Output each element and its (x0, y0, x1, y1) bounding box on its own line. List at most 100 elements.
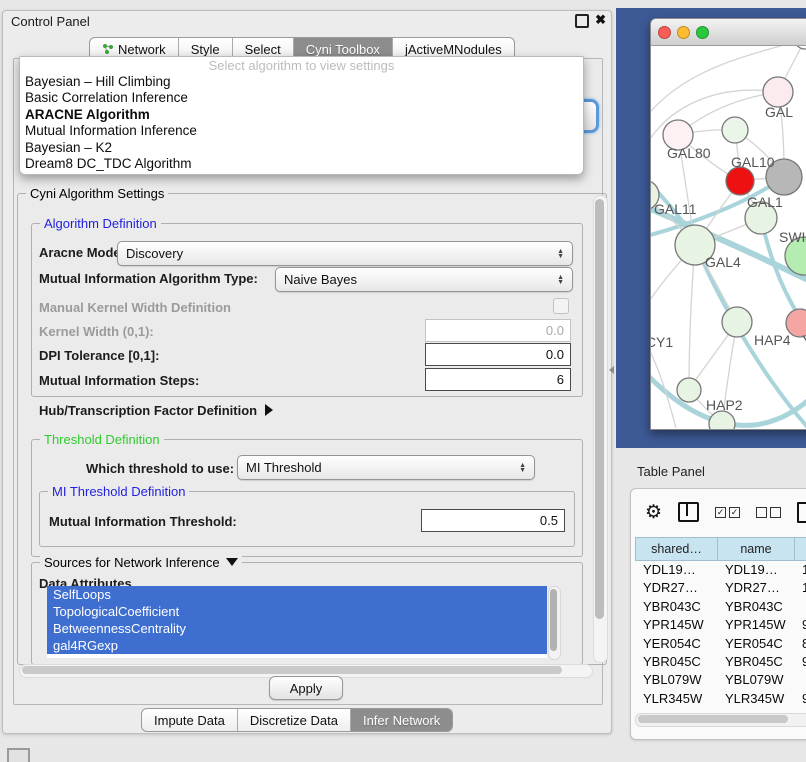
node-label: GAL10 (731, 154, 775, 170)
dropdown-placeholder: Select algorithm to view settings (20, 57, 583, 74)
table-column-header[interactable] (794, 537, 806, 561)
attribute-list-item[interactable]: gal4RGexp (47, 637, 547, 654)
table-body: YDL19…YDL19…13YDR27…YDR27…12YBR043CYBR04… (635, 561, 806, 711)
table-toolbar: ⚙ ✓✓ (631, 495, 806, 529)
table-row[interactable]: YBL079WYBL079W (635, 671, 806, 689)
sources-expander[interactable]: Sources for Network Inference (40, 555, 242, 570)
cyni-algorithm-settings-title: Cyni Algorithm Settings (26, 186, 168, 201)
network-node[interactable] (709, 411, 735, 429)
minimize-traffic-light[interactable] (677, 26, 690, 39)
scrollbar-thumb[interactable] (22, 666, 562, 674)
network-graph[interactable]: GALGAL80GAL10GAL1GAL11SWI4GAL4GCY1HAP4YH… (651, 46, 806, 429)
network-icon (102, 43, 114, 55)
apply-button[interactable]: Apply (269, 676, 343, 700)
table-panel-title: Table Panel (637, 464, 705, 479)
node-table: shared…name YDL19…YDL19…13YDR27…YDR27…12… (635, 537, 806, 711)
close-traffic-light[interactable] (658, 26, 671, 39)
application-root: Control Panel ✖ NetworkStyleSelectCyni T… (0, 0, 806, 762)
which-threshold-select[interactable]: MI Threshold ▲▼ (237, 455, 535, 480)
data-attributes-list[interactable]: SelfLoopsTopologicalCoefficientBetweenne… (47, 586, 547, 658)
float-window-icon[interactable] (575, 14, 589, 28)
kernel-width-field[interactable]: 0.0 (425, 319, 571, 342)
node-label: GAL11 (654, 201, 697, 217)
attribute-list-item[interactable]: TopologicalCoefficient (47, 603, 547, 620)
mi-algorithm-type-label: Mutual Information Algorithm Type: (39, 271, 258, 286)
table-column-header[interactable]: shared… (635, 537, 717, 561)
checked-boxes-icon[interactable]: ✓✓ (715, 507, 740, 518)
tab-impute-data[interactable]: Impute Data (142, 709, 238, 731)
dropdown-item[interactable]: Bayesian – K2 (20, 140, 583, 156)
table-row[interactable]: YLR345WYLR345W9. (635, 690, 806, 708)
attribute-list-item[interactable]: SelfLoops (47, 586, 547, 603)
columns-icon[interactable] (678, 502, 699, 522)
algorithm-definition-title: Algorithm Definition (40, 216, 161, 231)
stepper-arrows-icon: ▲▼ (519, 463, 526, 473)
restore-panel-button[interactable] (7, 748, 30, 762)
dropdown-item[interactable]: ARACNE Algorithm (20, 107, 583, 123)
table-header-row: shared…name (635, 537, 806, 561)
algorithm-dropdown-list: Select algorithm to view settings Bayesi… (19, 56, 584, 175)
network-node[interactable] (763, 77, 793, 107)
mi-threshold-field[interactable]: 0.5 (421, 509, 565, 532)
dpi-tolerance-label: DPI Tolerance [0,1]: (39, 348, 159, 363)
bottom-tab-bar: Impute DataDiscretize DataInfer Network (141, 708, 453, 732)
gear-icon[interactable]: ⚙ (645, 503, 662, 522)
table-row[interactable]: YPR145WYPR145W9. (635, 616, 806, 634)
node-label: GAL80 (667, 145, 711, 161)
scrollbar-thumb[interactable] (595, 199, 604, 619)
aracne-mode-label: Aracne Mode: (39, 245, 125, 260)
manual-kernel-width-checkbox[interactable] (553, 298, 569, 314)
network-edge[interactable] (651, 204, 806, 294)
node-label: GAL1 (747, 194, 783, 210)
dropdown-item[interactable]: Dream8 DC_TDC Algorithm (20, 156, 583, 172)
mi-steps-label: Mutual Information Steps: (39, 373, 199, 388)
table-row[interactable]: YBR045CYBR045C9. (635, 653, 806, 671)
splitpane-collapse-icon[interactable] (609, 366, 614, 374)
node-label: SWI4 (779, 229, 806, 245)
node-label: HAP2 (706, 397, 743, 413)
node-label: Y (802, 332, 806, 348)
document-icon[interactable] (797, 502, 806, 523)
mi-algorithm-type-select[interactable]: Naive Bayes ▲▼ (275, 267, 573, 292)
dpi-tolerance-field[interactable]: 0.0 (425, 343, 571, 366)
table-column-header[interactable]: name (717, 537, 794, 561)
mi-steps-field[interactable]: 6 (425, 368, 571, 391)
stepper-arrows-icon: ▲▼ (557, 249, 564, 259)
table-panel: ⚙ ✓✓ shared…name YDL19…YDL19…13YDR27…YDR… (630, 488, 806, 740)
network-window-titlebar[interactable] (651, 19, 806, 46)
table-row[interactable]: YDR27…YDR27…12 (635, 579, 806, 597)
network-window[interactable]: GALGAL80GAL10GAL1GAL11SWI4GAL4GCY1HAP4YH… (650, 18, 806, 430)
threshold-definition-title: Threshold Definition (40, 432, 164, 447)
table-row[interactable]: YIL052CYIL052C9 (635, 708, 806, 711)
network-node[interactable] (726, 167, 754, 195)
unchecked-boxes-icon[interactable] (756, 507, 781, 518)
attributes-list-scrollbar[interactable] (548, 586, 561, 660)
table-row[interactable]: YER054CYER054C8. (635, 635, 806, 653)
dropdown-item[interactable]: Mutual Information Inference (20, 123, 583, 139)
settings-vertical-scrollbar[interactable] (593, 195, 608, 663)
network-node[interactable] (677, 378, 701, 402)
aracne-mode-select[interactable]: Discovery ▲▼ (117, 241, 573, 266)
network-node[interactable] (722, 307, 752, 337)
tab-infer-network[interactable]: Infer Network (351, 709, 452, 731)
manual-kernel-width-label: Manual Kernel Width Definition (39, 300, 231, 315)
node-label: HAP4 (754, 332, 791, 348)
network-canvas[interactable]: GALGAL80GAL10GAL1GAL11SWI4GAL4GCY1HAP4YH… (651, 46, 806, 429)
network-edge[interactable] (689, 245, 695, 390)
attribute-list-item[interactable]: BetweennessCentrality (47, 620, 547, 637)
node-label: GCY1 (651, 334, 673, 350)
dropdown-item[interactable]: Basic Correlation Inference (20, 90, 583, 106)
scrollbar-thumb[interactable] (638, 715, 788, 723)
table-horizontal-scrollbar[interactable] (635, 713, 806, 727)
network-node[interactable] (722, 117, 748, 143)
expander-collapsed-icon (265, 404, 273, 416)
expander-expanded-icon (226, 558, 238, 566)
table-row[interactable]: YDL19…YDL19…13 (635, 561, 806, 579)
tab-discretize-data[interactable]: Discretize Data (238, 709, 351, 731)
dropdown-item[interactable]: Bayesian – Hill Climbing (20, 74, 583, 90)
hub-definition-expander[interactable]: Hub/Transcription Factor Definition (39, 403, 273, 418)
table-row[interactable]: YBR043CYBR043C (635, 598, 806, 616)
close-icon[interactable]: ✖ (595, 12, 606, 28)
scrollbar-thumb[interactable] (550, 589, 557, 651)
zoom-traffic-light[interactable] (696, 26, 709, 39)
